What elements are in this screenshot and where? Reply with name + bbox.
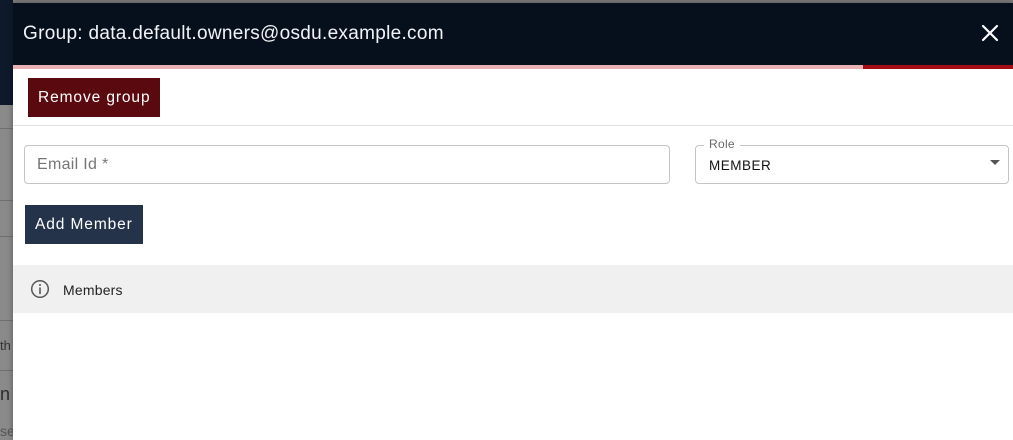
- background-divider: [0, 370, 13, 371]
- role-selected-value: MEMBER: [709, 158, 772, 173]
- group-dialog: Group: data.default.owners@osdu.example.…: [13, 3, 1013, 440]
- info-icon: [30, 279, 50, 299]
- role-label: Role: [704, 137, 740, 151]
- progress-bar-fill: [863, 65, 1013, 69]
- role-select[interactable]: Role MEMBER: [695, 137, 1009, 184]
- dialog-title: Group: data.default.owners@osdu.example.…: [23, 23, 444, 44]
- background-text-fragment: th: [0, 338, 11, 353]
- email-field[interactable]: [24, 145, 670, 184]
- members-label: Members: [63, 282, 123, 298]
- remove-group-button[interactable]: Remove group: [28, 78, 161, 117]
- close-button[interactable]: [979, 22, 1001, 44]
- section-divider: [13, 125, 1013, 126]
- members-section: Members: [13, 265, 1013, 313]
- email-input[interactable]: [25, 146, 669, 183]
- close-icon: [981, 24, 999, 42]
- background-text-fragment: se: [0, 423, 13, 439]
- background-text-fragment: n in: [0, 384, 13, 404]
- background-page: th n in se: [0, 0, 13, 440]
- dialog-header: Group: data.default.owners@osdu.example.…: [13, 3, 1013, 65]
- background-header: [0, 0, 13, 105]
- add-member-button[interactable]: Add Member: [25, 205, 143, 244]
- background-divider: [0, 236, 13, 237]
- background-divider: [0, 200, 13, 201]
- background-divider: [0, 128, 13, 129]
- background-divider: [0, 320, 13, 321]
- dropdown-arrow-icon: [990, 160, 1000, 165]
